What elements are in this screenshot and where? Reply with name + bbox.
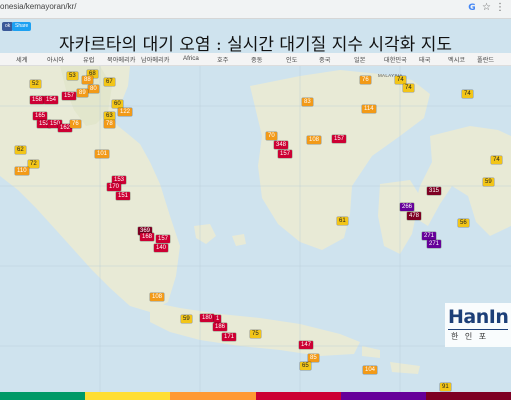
- aqi-marker[interactable]: 165: [33, 112, 48, 120]
- aqi-marker[interactable]: 59: [181, 315, 192, 323]
- aqi-marker[interactable]: 70: [266, 132, 277, 140]
- aqi-marker[interactable]: 52: [30, 80, 41, 88]
- aqi-marker[interactable]: 171: [222, 333, 237, 341]
- aqi-marker[interactable]: 108: [307, 136, 322, 144]
- google-icon[interactable]: G: [467, 3, 477, 13]
- aqi-marker[interactable]: 114: [362, 105, 376, 113]
- hanin-watermark-logo: HanIn 한 인 포: [445, 303, 511, 347]
- region-nav: 세계 아시아 유럽 북아메리카 남아메리카 Africa 호주 중동 인도 중국…: [0, 53, 511, 66]
- aqi-marker[interactable]: 76: [70, 120, 81, 128]
- aqi-marker[interactable]: 158: [30, 96, 45, 104]
- aqi-marker[interactable]: 157: [62, 92, 77, 100]
- aqi-marker[interactable]: 91: [440, 383, 451, 391]
- nav-item-australia[interactable]: 호주: [217, 55, 228, 64]
- aqi-marker[interactable]: 348: [274, 141, 289, 149]
- aqi-marker[interactable]: 1: [214, 315, 222, 323]
- nav-item-korea[interactable]: 대한민국: [384, 55, 407, 64]
- browser-menu-icon[interactable]: ⋮: [495, 2, 505, 13]
- aqi-marker[interactable]: 61: [337, 217, 348, 225]
- aqi-marker[interactable]: 157: [332, 135, 347, 143]
- aqi-marker[interactable]: 157: [278, 150, 293, 158]
- nav-item-thailand[interactable]: 태국: [419, 55, 430, 64]
- aqi-marker[interactable]: 157: [156, 235, 171, 243]
- aqi-marker[interactable]: 147: [299, 341, 314, 349]
- aqi-marker[interactable]: 122: [118, 108, 133, 116]
- aqi-marker[interactable]: 67: [104, 78, 115, 86]
- aqi-marker[interactable]: 101: [95, 150, 110, 158]
- browser-address-bar[interactable]: onesia/kemayoran/kr/ G ☆ ⋮: [0, 0, 511, 19]
- aqi-marker[interactable]: 76: [360, 76, 371, 84]
- aqi-marker[interactable]: 89: [77, 89, 88, 97]
- legend-very-unhealthy: [340, 392, 426, 400]
- nav-item-middle-east[interactable]: 중동: [251, 55, 262, 64]
- legend-unhealthy-sensitive: [170, 392, 256, 400]
- bookmark-star-icon[interactable]: ☆: [482, 2, 491, 13]
- aqi-marker[interactable]: 266: [400, 203, 415, 211]
- nav-item-china[interactable]: 중국: [319, 55, 330, 64]
- aqi-marker[interactable]: 74: [395, 76, 406, 84]
- aqi-marker[interactable]: 53: [67, 72, 78, 80]
- aqi-marker[interactable]: 108: [150, 293, 165, 301]
- aqi-marker[interactable]: 80: [88, 85, 99, 93]
- aqi-marker[interactable]: 168: [140, 233, 155, 241]
- aqi-marker[interactable]: 85: [308, 354, 319, 362]
- aqi-marker[interactable]: 56: [458, 219, 469, 227]
- nav-item-mexico[interactable]: 멕시코: [448, 55, 465, 64]
- aqi-marker[interactable]: 74: [462, 90, 473, 98]
- aqi-marker[interactable]: 104: [363, 366, 378, 374]
- aqi-marker[interactable]: 140: [154, 244, 169, 252]
- aqi-marker[interactable]: 170: [107, 183, 122, 191]
- aqi-marker[interactable]: 75: [250, 330, 261, 338]
- nav-item-south-america[interactable]: 남아메리카: [141, 55, 169, 64]
- aqi-marker[interactable]: 110: [15, 167, 29, 175]
- aqi-marker[interactable]: 83: [302, 98, 313, 106]
- url-text[interactable]: onesia/kemayoran/kr/: [0, 2, 76, 11]
- aqi-marker[interactable]: 478: [407, 212, 422, 220]
- aqi-marker[interactable]: 59: [483, 178, 494, 186]
- nav-item-japan[interactable]: 일본: [354, 55, 365, 64]
- aqi-legend: [0, 392, 511, 400]
- aqi-marker[interactable]: 63: [104, 112, 115, 120]
- aqi-marker[interactable]: 60: [112, 100, 123, 108]
- aqi-marker[interactable]: 72: [28, 160, 39, 168]
- aqi-marker[interactable]: 271: [422, 232, 437, 240]
- nav-item-asia[interactable]: 아시아: [47, 55, 64, 64]
- nav-item-india[interactable]: 인도: [286, 55, 297, 64]
- aqi-marker[interactable]: 78: [104, 120, 115, 128]
- legend-good: [0, 392, 86, 400]
- air-quality-map[interactable]: MALAYSIA: [0, 66, 511, 392]
- nav-item-europe[interactable]: 유럽: [83, 55, 94, 64]
- nav-item-africa[interactable]: Africa: [183, 55, 199, 62]
- aqi-marker[interactable]: 74: [403, 84, 414, 92]
- legend-hazardous: [425, 392, 511, 400]
- nav-item-north-america[interactable]: 북아메리카: [107, 55, 135, 64]
- nav-item-poland[interactable]: 폴란드: [477, 55, 494, 64]
- aqi-marker[interactable]: 186: [213, 323, 228, 331]
- aqi-marker[interactable]: 74: [491, 156, 502, 164]
- page-title: 자카르타의 대기 오염 : 실시간 대기질 지수 시각화 지도: [58, 35, 453, 55]
- aqi-marker[interactable]: 151: [116, 192, 131, 200]
- map-background: [0, 66, 511, 392]
- aqi-marker[interactable]: 271: [427, 240, 442, 248]
- legend-moderate: [85, 392, 171, 400]
- aqi-marker[interactable]: 62: [15, 146, 26, 154]
- aqi-marker[interactable]: 65: [300, 362, 311, 370]
- aqi-marker[interactable]: 315: [427, 187, 442, 195]
- aqi-marker[interactable]: 154: [44, 96, 59, 104]
- nav-item-world[interactable]: 세계: [16, 55, 27, 64]
- aqi-marker[interactable]: 88: [82, 76, 93, 84]
- aqi-marker[interactable]: 180: [200, 314, 215, 322]
- legend-unhealthy: [255, 392, 341, 400]
